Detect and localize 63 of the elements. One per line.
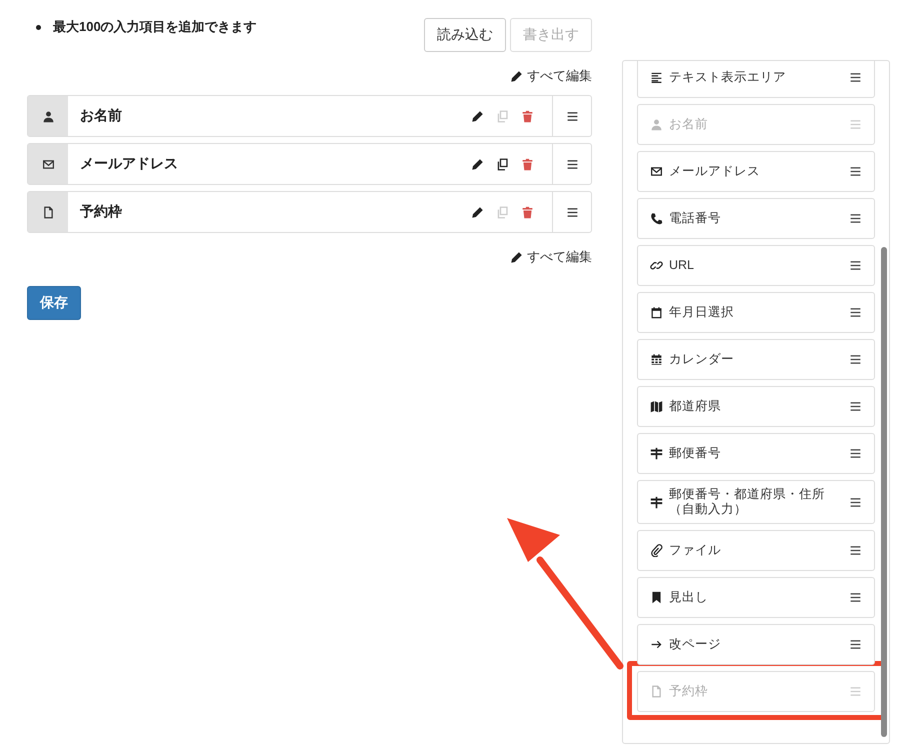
note-text: 最大100の入力項目を追加できます	[53, 18, 257, 36]
palette-item[interactable]: 電話番号	[637, 198, 875, 239]
trash-icon[interactable]	[521, 158, 534, 170]
phone-icon	[650, 212, 663, 225]
person-icon	[42, 110, 54, 122]
menu-icon[interactable]	[849, 591, 862, 604]
trash-icon[interactable]	[521, 110, 534, 122]
signpost-icon	[650, 447, 663, 460]
pencil-icon[interactable]	[471, 158, 484, 170]
palette-item[interactable]: 改ページ	[637, 624, 875, 665]
field-label: メールアドレス	[79, 155, 179, 173]
menu-icon[interactable]	[849, 212, 862, 225]
toolbar-button[interactable]: 読み込む	[424, 18, 506, 52]
palette-item[interactable]: 見出し	[637, 577, 875, 618]
copy-icon[interactable]	[496, 158, 509, 170]
menu-icon[interactable]	[849, 496, 862, 508]
palette-item[interactable]: テキスト表示エリア	[637, 61, 875, 98]
bullet-dot	[36, 24, 41, 30]
pencil-icon	[510, 250, 523, 264]
menu-icon[interactable]	[849, 353, 862, 366]
scrollbar[interactable]	[881, 247, 887, 737]
arrow-right-icon	[650, 638, 663, 651]
pencil-icon[interactable]	[471, 206, 484, 218]
menu-icon[interactable]	[849, 447, 862, 460]
palette-item[interactable]: URL	[637, 245, 875, 286]
envelope-icon	[650, 165, 663, 178]
menu-icon[interactable]	[566, 110, 578, 122]
menu-icon[interactable]	[566, 206, 578, 218]
palette-item[interactable]: 郵便番号・都道府県・住所（自動入力）	[637, 480, 875, 524]
menu-icon[interactable]	[849, 259, 862, 272]
file-icon	[650, 685, 663, 698]
signpost-icon	[650, 496, 663, 508]
palette-item[interactable]: 都道府県	[637, 386, 875, 427]
calendar-icon	[650, 306, 663, 319]
field-label: お名前	[79, 107, 123, 125]
person-icon	[650, 118, 663, 131]
bookmark-icon	[650, 591, 663, 604]
menu-icon[interactable]	[849, 544, 862, 557]
menu-icon[interactable]	[849, 71, 862, 84]
palette-item[interactable]: ファイル	[637, 530, 875, 571]
save-button[interactable]: 保存	[27, 286, 81, 320]
menu-icon[interactable]	[849, 165, 862, 178]
calendar-grid-icon	[650, 353, 663, 366]
file-icon	[42, 206, 54, 218]
text-lines-icon	[650, 71, 663, 84]
menu-icon[interactable]	[849, 638, 862, 651]
palette-item[interactable]: 郵便番号	[637, 433, 875, 474]
envelope-icon	[42, 158, 54, 170]
edit-all-link[interactable]: すべて編集	[510, 248, 592, 266]
edit-all-link[interactable]: すべて編集	[510, 67, 592, 85]
link-icon	[650, 259, 663, 272]
trash-icon[interactable]	[521, 206, 534, 218]
palette-item[interactable]: カレンダー	[637, 339, 875, 380]
palette-item[interactable]: 年月日選択	[637, 292, 875, 333]
paperclip-icon	[650, 544, 663, 557]
field-label: 予約枠	[79, 203, 123, 221]
map-icon	[650, 400, 663, 413]
menu-icon[interactable]	[849, 400, 862, 413]
pencil-icon	[510, 70, 523, 82]
menu-icon[interactable]	[849, 306, 862, 319]
palette-item[interactable]: メールアドレス	[637, 151, 875, 192]
menu-icon[interactable]	[566, 158, 578, 170]
pencil-icon[interactable]	[471, 110, 484, 122]
